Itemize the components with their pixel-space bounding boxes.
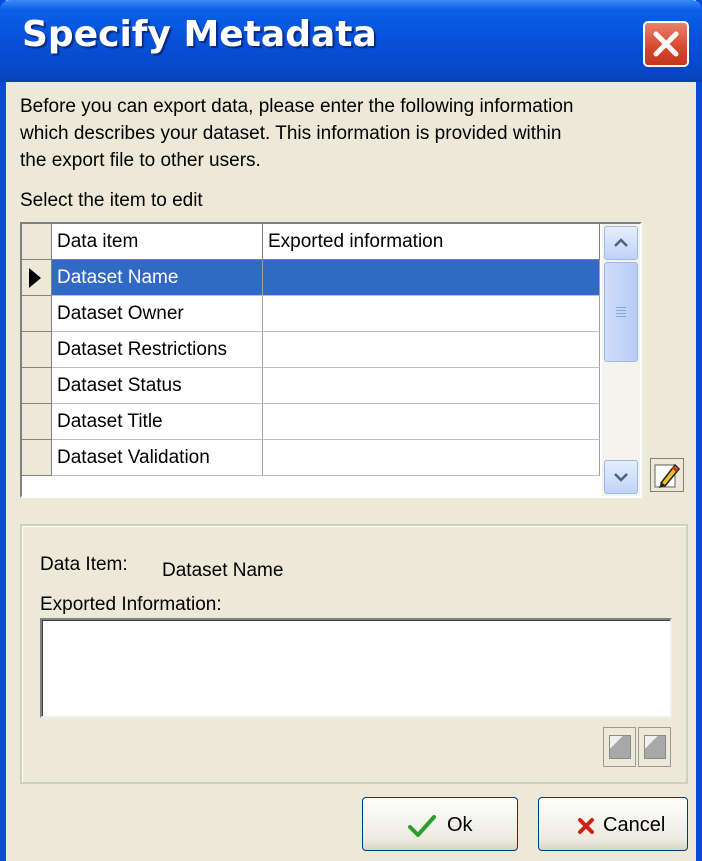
scroll-down-button[interactable] [604, 460, 638, 494]
row-indicator[interactable] [22, 296, 52, 332]
close-button[interactable] [643, 21, 689, 67]
column-header-data-item[interactable]: Data item [52, 224, 263, 260]
exported-information-cell[interactable] [263, 440, 600, 476]
table-row[interactable]: Dataset Owner [22, 296, 600, 332]
data-item-cell[interactable]: Dataset Owner [52, 296, 263, 332]
row-indicator-header [22, 224, 52, 260]
current-row-arrow-icon [29, 268, 41, 288]
data-item-cell[interactable]: Dataset Title [52, 404, 263, 440]
disabled-nav-icon [644, 735, 666, 759]
ok-button-label: Ok [447, 814, 473, 836]
data-item-cell[interactable]: Dataset Name [52, 260, 263, 296]
exported-information-cell[interactable] [263, 332, 600, 368]
table-row[interactable]: Dataset Title [22, 404, 600, 440]
ok-button[interactable]: Ok [362, 797, 518, 851]
chevron-down-icon [614, 473, 628, 482]
exported-information-cell[interactable] [263, 404, 600, 440]
data-item-value: Dataset Name [162, 560, 284, 581]
intro-line-2: which describes your dataset. This infor… [20, 123, 562, 144]
data-item-cell[interactable]: Dataset Restrictions [52, 332, 263, 368]
exported-information-cell[interactable] [263, 368, 600, 404]
chevron-up-icon [614, 238, 628, 247]
checkmark-icon [408, 815, 436, 837]
title-bar[interactable]: Specify Metadata [0, 0, 702, 82]
window-title: Specify Metadata [22, 14, 377, 55]
scroll-up-button[interactable] [604, 226, 638, 260]
select-item-label: Select the item to edit [20, 190, 203, 211]
row-indicator[interactable] [22, 260, 52, 296]
table-row[interactable]: Dataset Status [22, 368, 600, 404]
table-row[interactable]: Dataset Validation [22, 440, 600, 476]
close-x-icon [653, 31, 679, 57]
data-item-label: Data Item: [40, 554, 128, 575]
row-indicator[interactable] [22, 404, 52, 440]
data-item-cell[interactable]: Dataset Validation [52, 440, 263, 476]
intro-line-1: Before you can export data, please enter… [20, 96, 574, 117]
exported-information-cell[interactable] [263, 260, 600, 296]
edit-item-button[interactable] [650, 458, 684, 492]
scroll-thumb[interactable] [604, 262, 638, 362]
grid-vertical-scrollbar[interactable] [602, 224, 640, 496]
disabled-nav-icon [609, 735, 631, 759]
red-x-icon [578, 818, 594, 834]
row-indicator[interactable] [22, 368, 52, 404]
row-indicator[interactable] [22, 332, 52, 368]
row-indicator[interactable] [22, 440, 52, 476]
table-row[interactable]: Dataset Restrictions [22, 332, 600, 368]
intro-line-3: the export file to other users. [20, 150, 261, 171]
exported-information-label: Exported Information: [40, 594, 222, 615]
cancel-button-label: Cancel [603, 814, 666, 836]
exported-information-cell[interactable] [263, 296, 600, 332]
data-item-cell[interactable]: Dataset Status [52, 368, 263, 404]
exported-information-textarea[interactable] [40, 618, 672, 718]
cancel-button[interactable]: Cancel [538, 797, 688, 851]
table-row[interactable]: Dataset Name [22, 260, 600, 296]
pencil-edit-icon [654, 463, 681, 488]
next-item-button[interactable] [638, 727, 671, 767]
column-header-exported-information[interactable]: Exported information [263, 224, 600, 260]
previous-item-button[interactable] [603, 727, 636, 767]
intro-text: Before you can export data, please enter… [20, 93, 680, 174]
grid-header-row: Data item Exported information [22, 224, 600, 260]
metadata-grid: Data item Exported information Dataset N… [20, 222, 642, 498]
